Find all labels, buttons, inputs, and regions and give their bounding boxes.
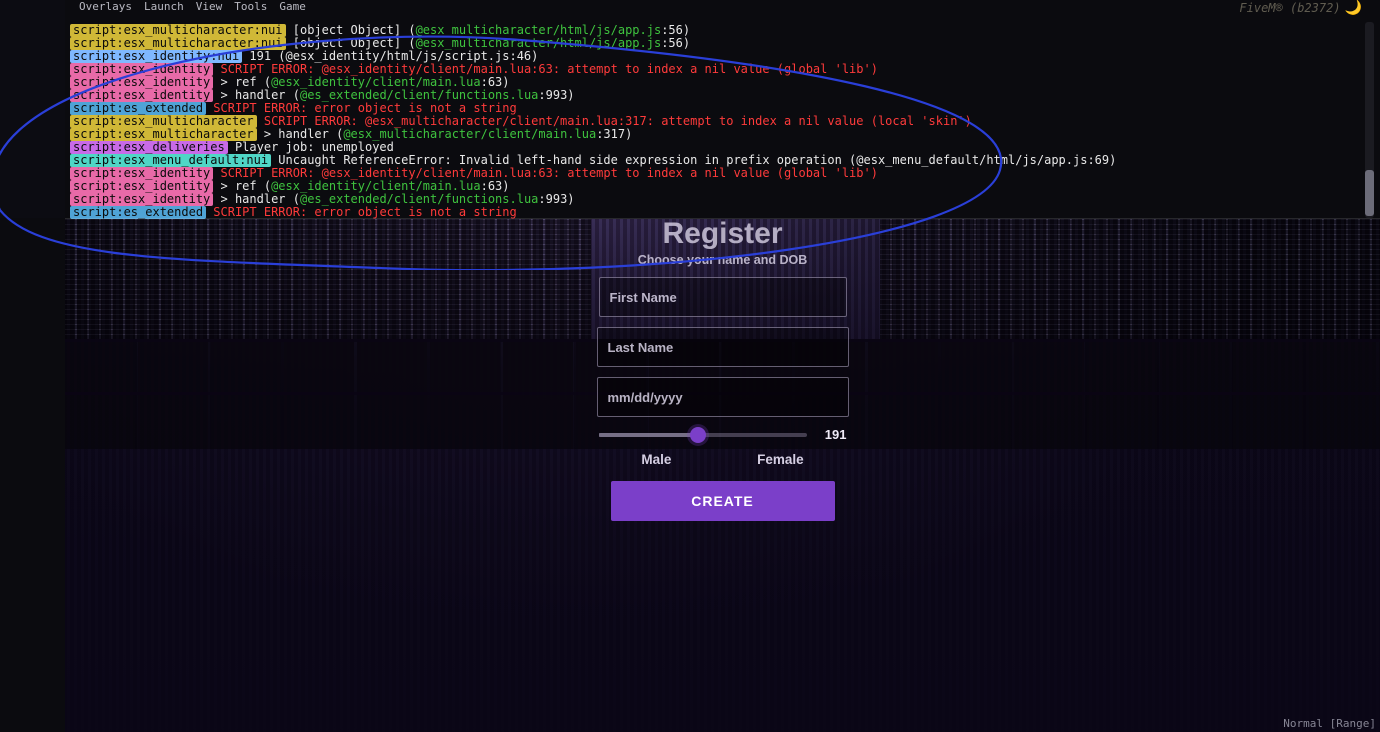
log-path: @esx_identity/client/main.lua bbox=[271, 179, 481, 193]
last-name-field[interactable] bbox=[597, 327, 849, 367]
fivem-watermark: FiveM® (b2372) 🌙 bbox=[1239, 0, 1362, 16]
watermark-text: FiveM® (b2372) bbox=[1239, 1, 1340, 15]
log-error-text: SCRIPT ERROR: error object is not a stri… bbox=[206, 101, 517, 115]
log-error-text: SCRIPT ERROR: @esx_multicharacter/client… bbox=[257, 114, 972, 128]
form-subtitle: Choose your name and DOB bbox=[573, 253, 873, 267]
form-title: Register bbox=[573, 219, 873, 251]
dob-field[interactable] bbox=[597, 377, 849, 417]
log-tail: :63) bbox=[481, 179, 510, 193]
last-name-input[interactable] bbox=[608, 340, 838, 355]
menu-bar: Overlays Launch View Tools Game bbox=[65, 0, 1380, 10]
log-path: @es_extended/client/functions.lua bbox=[300, 192, 538, 206]
log-text: > handler ( bbox=[213, 192, 300, 206]
log-error-text: SCRIPT ERROR: @esx_identity/client/main.… bbox=[213, 166, 878, 180]
log-text: [object Object] ( bbox=[286, 23, 416, 37]
log-text: Player job: unemployed bbox=[228, 140, 394, 154]
log-tail: :993) bbox=[538, 192, 574, 206]
log-text: > handler ( bbox=[213, 88, 300, 102]
log-text: > ref ( bbox=[213, 179, 271, 193]
log-text: Uncaught ReferenceError: Invalid left-ha… bbox=[271, 153, 1116, 167]
editor-gutter bbox=[0, 0, 65, 218]
log-tail: :63) bbox=[481, 75, 510, 89]
gender-row: Male Female bbox=[599, 452, 847, 467]
log-path: @es_extended/client/functions.lua bbox=[300, 88, 538, 102]
log-text: [object Object] ( bbox=[286, 36, 416, 50]
height-slider[interactable] bbox=[599, 433, 807, 437]
log-error-text: SCRIPT ERROR: error object is not a stri… bbox=[206, 205, 517, 219]
log-path: @esx_identity/client/main.lua bbox=[271, 75, 481, 89]
dob-input[interactable] bbox=[608, 390, 838, 405]
gender-male[interactable]: Male bbox=[641, 452, 671, 467]
log-text: > ref ( bbox=[213, 75, 271, 89]
height-slider-fill bbox=[599, 433, 699, 437]
editor-modeline: Normal [Range] bbox=[1283, 717, 1376, 730]
gender-female[interactable]: Female bbox=[757, 452, 804, 467]
height-slider-value: 191 bbox=[819, 427, 847, 442]
debug-console: script:esx_multicharacter:nui [object Ob… bbox=[70, 24, 1370, 223]
console-scrollbar[interactable] bbox=[1365, 22, 1374, 218]
menu-game[interactable]: Game bbox=[279, 0, 306, 13]
register-form: Register Choose your name and DOB 191 Ma… bbox=[573, 219, 873, 521]
console-scrollbar-thumb[interactable] bbox=[1365, 170, 1374, 216]
log-text: > handler ( bbox=[257, 127, 344, 141]
first-name-field[interactable] bbox=[599, 277, 847, 317]
log-tail: :993) bbox=[538, 88, 574, 102]
first-name-input[interactable] bbox=[610, 290, 836, 305]
game-viewport: Register Choose your name and DOB 191 Ma… bbox=[65, 219, 1380, 732]
menu-tools[interactable]: Tools bbox=[234, 0, 267, 13]
log-path: @esx_multicharacter/client/main.lua bbox=[343, 127, 596, 141]
height-slider-row: 191 bbox=[599, 427, 847, 442]
log-path: @esx_multicharacter/html/js/app.js bbox=[416, 23, 662, 37]
moon-icon: 🌙 bbox=[1345, 0, 1362, 16]
log-text: 191 (@esx_identity/html/js/script.js:46) bbox=[242, 49, 538, 63]
height-slider-thumb[interactable] bbox=[690, 427, 706, 443]
log-tail: :317) bbox=[596, 127, 632, 141]
log-path: @esx_multicharacter/html/js/app.js bbox=[416, 36, 662, 50]
log-tail: :56) bbox=[661, 36, 690, 50]
log-error-text: SCRIPT ERROR: @esx_identity/client/main.… bbox=[213, 62, 878, 76]
log-tail: :56) bbox=[661, 23, 690, 37]
create-button[interactable]: CREATE bbox=[611, 481, 835, 521]
